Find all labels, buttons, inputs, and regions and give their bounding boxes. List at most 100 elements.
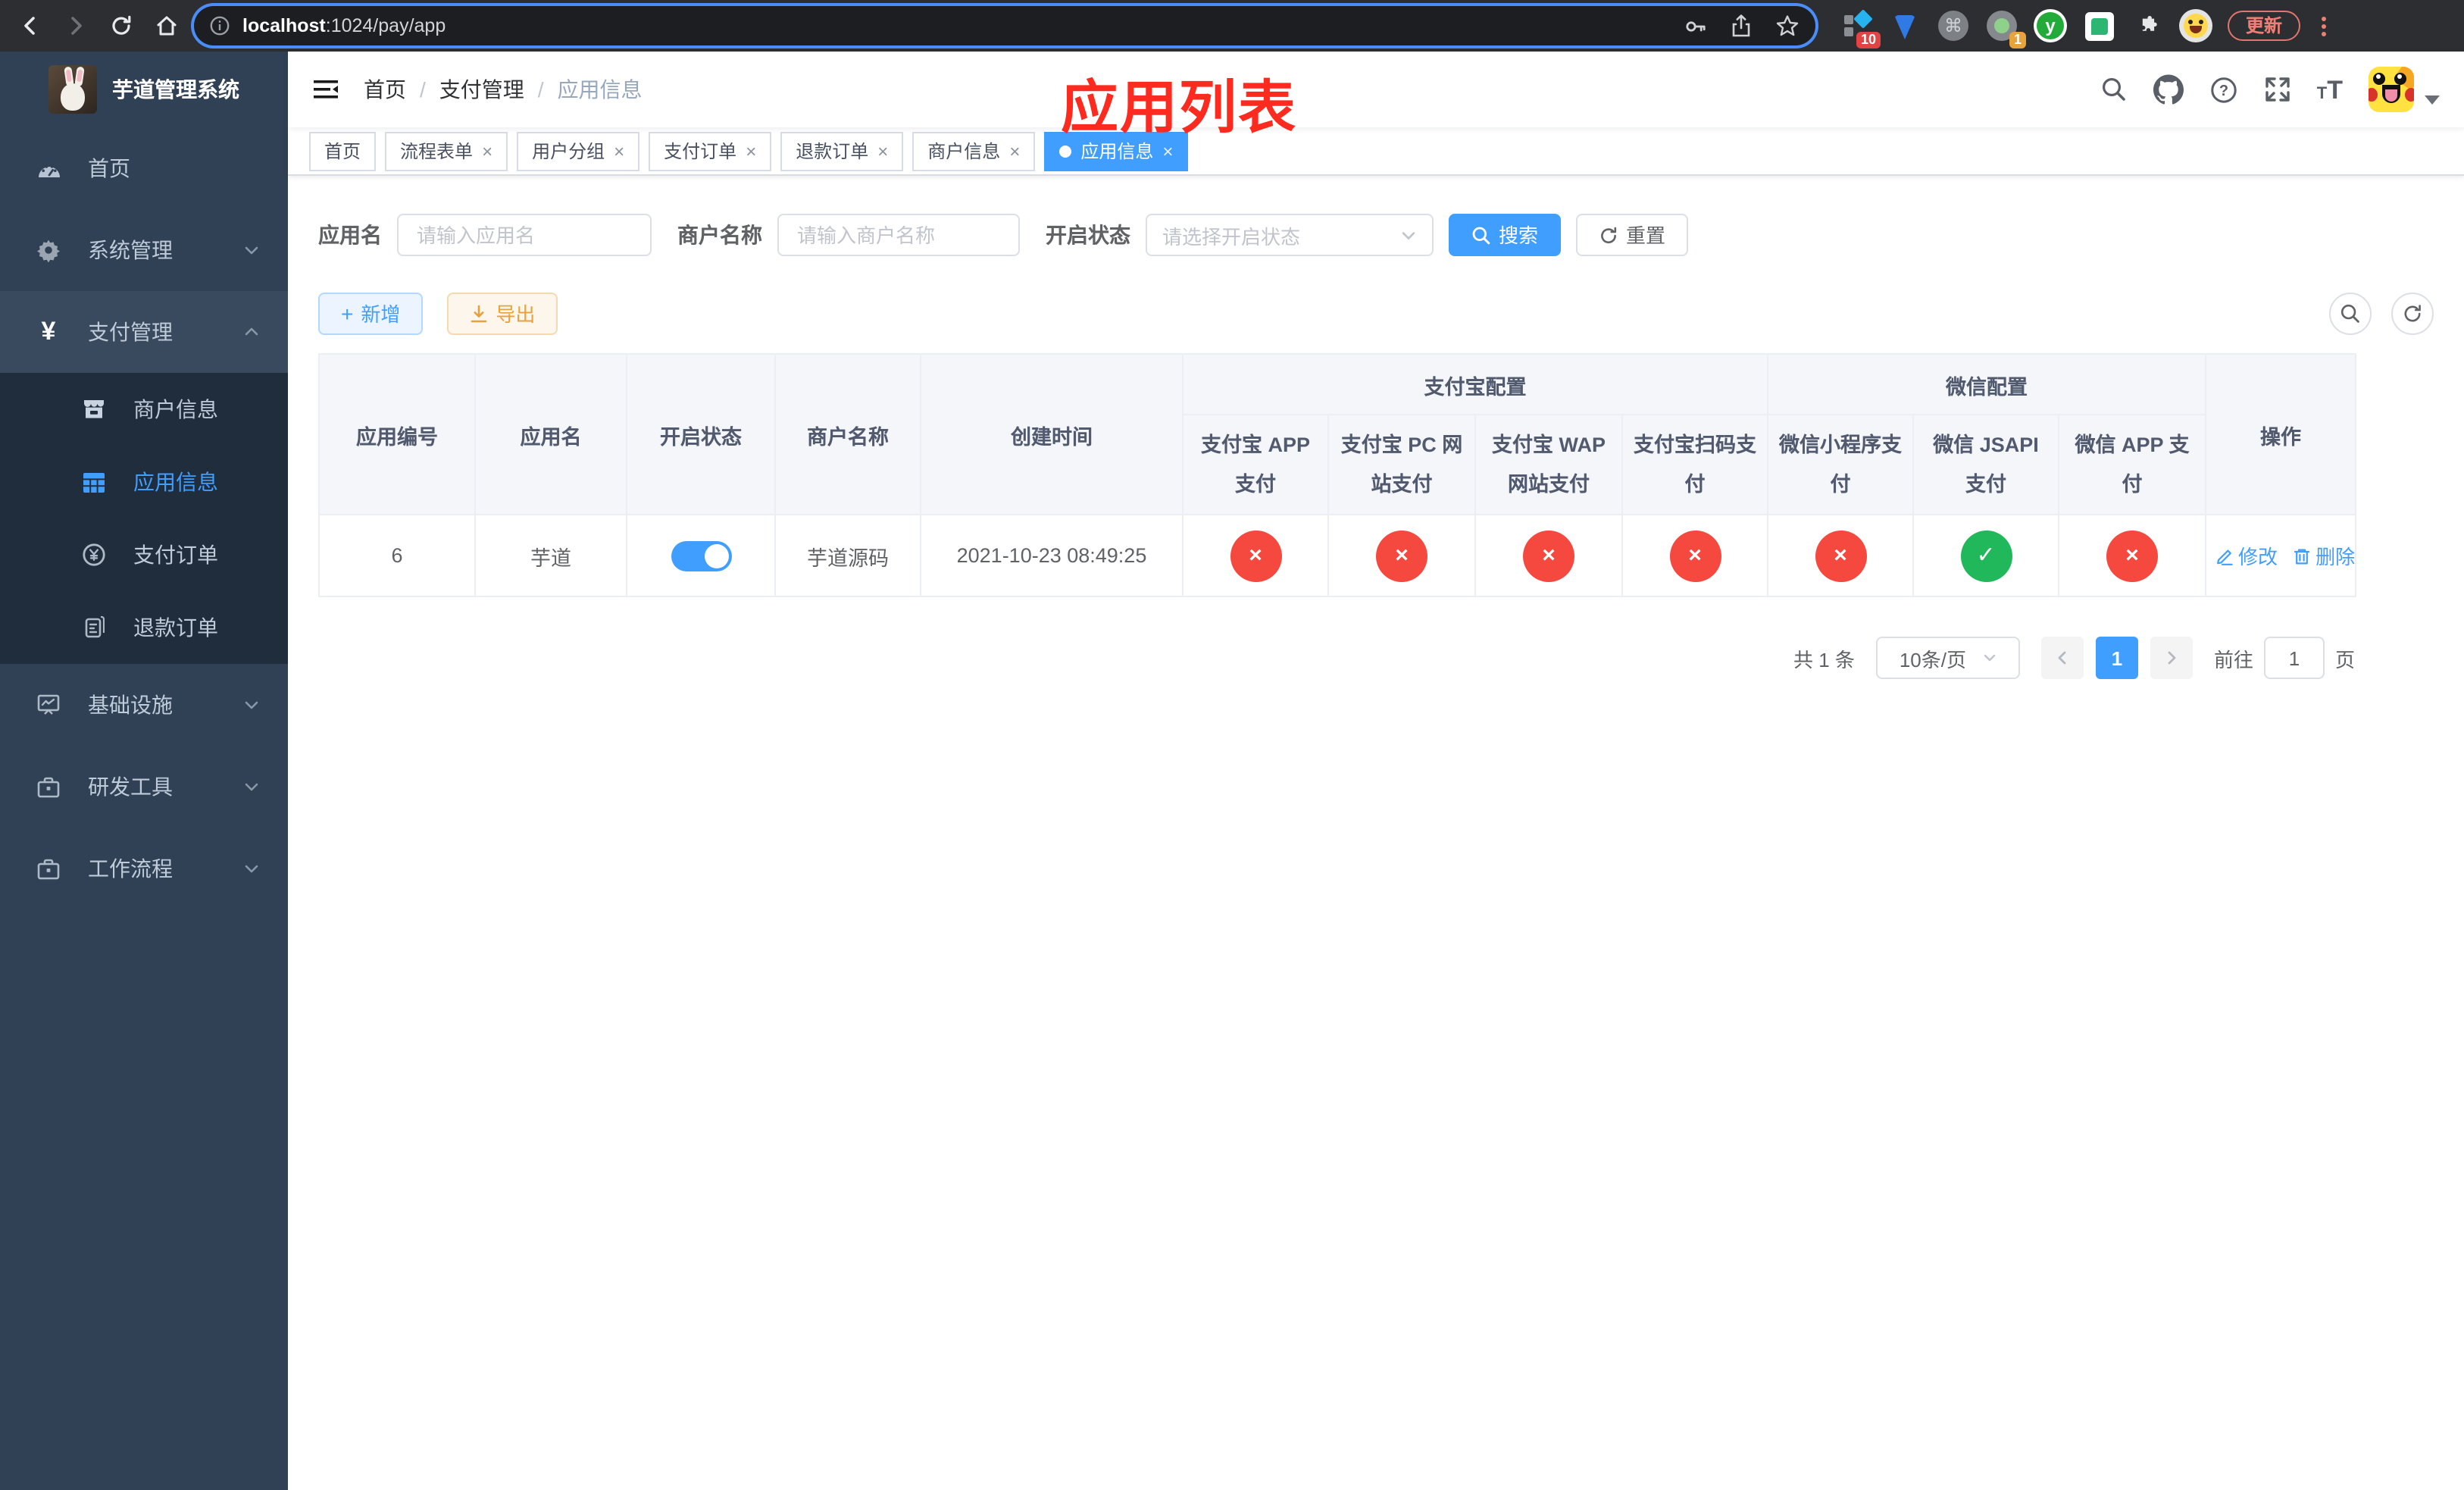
total-count: 共 1 条 — [1793, 648, 1855, 671]
app-name-input-field[interactable] — [414, 222, 635, 248]
close-icon[interactable]: × — [482, 142, 492, 160]
profile-avatar-icon[interactable] — [2179, 9, 2212, 42]
sidebar-item-label: 商户信息 — [133, 397, 218, 421]
sidebar-item-payment[interactable]: ¥ 支付管理 — [0, 291, 288, 373]
filter-status-label: 开启状态 — [1046, 223, 1130, 247]
close-icon[interactable]: × — [877, 142, 888, 160]
edit-link[interactable]: 修改 — [2215, 541, 2278, 570]
sidebar-item-devtools[interactable]: 研发工具 — [0, 746, 288, 828]
filter-name-label: 应用名 — [318, 223, 382, 247]
close-icon[interactable]: × — [1009, 142, 1020, 160]
sidebar-item-refund-orders[interactable]: 退款订单 — [0, 591, 288, 664]
chevron-down-icon — [1402, 231, 1415, 239]
refresh-table-button[interactable] — [2391, 293, 2434, 335]
col-group-alipay: 支付宝配置 — [1182, 353, 1768, 415]
sidebar-item-label: 工作流程 — [88, 856, 173, 881]
sidebar-item-label: 研发工具 — [88, 775, 173, 799]
extension-command-icon[interactable]: ⌘ — [1937, 9, 1970, 42]
goto-unit: 页 — [2334, 648, 2355, 671]
sidebar-item-app-info[interactable]: 应用信息 — [0, 446, 288, 518]
extension-gem-icon[interactable] — [1888, 9, 1921, 42]
reset-button[interactable]: 重置 — [1576, 214, 1689, 256]
chrome-menu-icon[interactable] — [2315, 16, 2332, 36]
tab-user-group[interactable]: 用户分组 × — [517, 131, 640, 171]
user-menu[interactable] — [2369, 67, 2440, 112]
cross-circle-icon: × — [2106, 530, 2158, 581]
extensions-puzzle-icon[interactable] — [2131, 9, 2164, 42]
cell-app-name: 芋道 — [474, 514, 627, 597]
enabled-toggle[interactable] — [671, 540, 731, 571]
add-button[interactable]: + 新增 — [318, 293, 424, 335]
search-button[interactable]: 搜索 — [1449, 214, 1562, 256]
app-name-input[interactable] — [397, 214, 652, 256]
sidebar-item-workflow[interactable]: 工作流程 — [0, 828, 288, 909]
col-header-merchant: 商户名称 — [774, 353, 921, 515]
chevron-down-icon — [242, 241, 261, 259]
github-icon[interactable] — [2153, 74, 2184, 105]
next-page-button[interactable] — [2150, 637, 2193, 679]
sidebar-item-system[interactable]: 系统管理 — [0, 209, 288, 291]
dashboard-icon — [30, 157, 67, 180]
password-key-icon[interactable] — [1682, 13, 1708, 39]
plus-icon: + — [341, 302, 354, 326]
reload-icon[interactable] — [103, 8, 139, 44]
tab-refund-orders[interactable]: 退款订单 × — [780, 131, 904, 171]
annotation-overlay: 应用列表 — [1061, 77, 1298, 141]
tab-pay-orders[interactable]: 支付订单 × — [649, 131, 772, 171]
delete-link[interactable]: 删除 — [2293, 541, 2355, 570]
goto-page-input[interactable] — [2263, 637, 2325, 679]
prev-page-button[interactable] — [2040, 637, 2084, 679]
toggle-search-button[interactable] — [2329, 293, 2372, 335]
merchant-name-input[interactable] — [777, 214, 1020, 256]
share-icon[interactable] — [1729, 13, 1753, 39]
col-header-alipay-app: 支付宝 APP 支付 — [1182, 414, 1329, 515]
sidebar-item-pay-orders[interactable]: 支付订单 — [0, 518, 288, 591]
extension-badge: 10 — [1856, 32, 1881, 49]
cell-wx-mini-status: × — [1767, 514, 1914, 597]
close-icon[interactable]: × — [614, 142, 624, 160]
cell-app-id: 6 — [318, 514, 476, 597]
close-icon[interactable]: × — [1162, 142, 1173, 160]
breadcrumb-item[interactable]: 首页 — [364, 74, 406, 105]
help-icon[interactable]: ? — [2209, 75, 2238, 104]
extensions-area: 10 ⌘ 1 y 更新 — [1840, 9, 2332, 49]
app-logo[interactable]: 芋道管理系统 — [0, 52, 288, 127]
sidebar-item-home[interactable]: 首页 — [0, 127, 288, 209]
cross-circle-icon: × — [1230, 530, 1281, 581]
url-bar[interactable]: localhost:1024/pay/app — [194, 6, 1815, 45]
cell-merchant: 芋道源码 — [774, 514, 921, 597]
extension-chat-icon[interactable] — [2082, 9, 2115, 42]
home-icon[interactable] — [149, 8, 185, 44]
breadcrumb: 首页 / 支付管理 / 应用信息 — [364, 74, 643, 105]
tab-home[interactable]: 首页 — [309, 131, 377, 171]
status-select[interactable]: 请选择开启状态 — [1146, 214, 1434, 256]
site-info-icon[interactable] — [209, 15, 230, 36]
chrome-update-button[interactable]: 更新 — [2228, 11, 2301, 41]
col-header-wx-jsapi: 微信 JSAPI 支付 — [1912, 414, 2059, 515]
cross-circle-icon: × — [1669, 530, 1721, 581]
page-number-button[interactable]: 1 — [2095, 637, 2138, 679]
sidebar-item-merchant-info[interactable]: 商户信息 — [0, 373, 288, 446]
extension-sidekick-icon[interactable]: 10 — [1840, 9, 1881, 49]
table-row: 6 芋道 芋道源码 2021-10-23 08:49:25 × × × × × … — [318, 514, 2357, 597]
merchant-name-input-field[interactable] — [794, 222, 1003, 248]
extension-recorder-icon[interactable]: 1 — [1985, 9, 2026, 49]
export-button[interactable]: 导出 — [447, 293, 558, 335]
cell-enabled — [626, 514, 776, 597]
sidebar-fold-icon[interactable] — [312, 77, 339, 102]
bookmark-star-icon[interactable] — [1775, 13, 1800, 39]
tab-process-form[interactable]: 流程表单 × — [385, 131, 508, 171]
close-icon[interactable]: × — [746, 142, 756, 160]
forward-icon[interactable] — [58, 8, 94, 44]
extension-y-icon[interactable]: y — [2034, 9, 2067, 42]
header-search-icon[interactable] — [2100, 76, 2128, 103]
breadcrumb-item[interactable]: 支付管理 — [439, 74, 524, 105]
font-size-icon[interactable]: TT — [2317, 77, 2343, 102]
page-size-select[interactable]: 10条/页 — [1875, 637, 2020, 679]
tab-merchant-info[interactable]: 商户信息 × — [912, 131, 1036, 171]
sidebar-item-infra[interactable]: 基础设施 — [0, 664, 288, 746]
shop-icon — [76, 398, 112, 421]
fullscreen-icon[interactable] — [2264, 76, 2291, 103]
sidebar: 芋道管理系统 首页 系统管理 ¥ 支付管理 商户信息 应用信息 支付订单 退款订… — [0, 52, 288, 1490]
back-icon[interactable] — [12, 8, 48, 44]
